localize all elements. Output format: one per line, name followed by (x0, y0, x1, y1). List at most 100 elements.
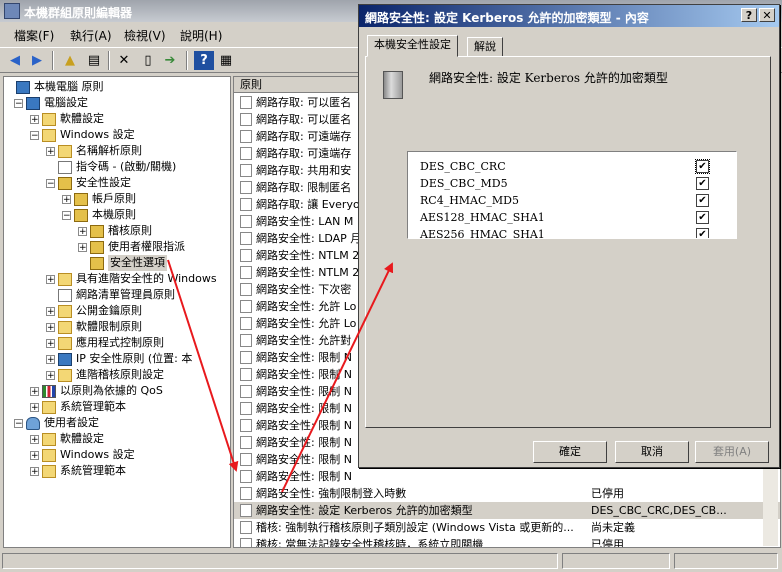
tree-node[interactable]: + Windows 設定 (4, 447, 230, 463)
forward-arrow-icon[interactable]: ▶ (27, 51, 47, 70)
tab-local-security-setting[interactable]: 本機安全性設定 (367, 35, 458, 57)
expand-icon[interactable]: + (30, 115, 39, 125)
policy-name: 網路安全性: 下次密 (256, 283, 352, 296)
expand-icon[interactable]: + (46, 147, 55, 157)
encryption-type-item[interactable]: RC4_HMAC_MD5 ✔ (420, 192, 720, 209)
tree-node[interactable]: + IP 安全性原則 (位置: 本 (4, 351, 230, 367)
tree-node[interactable]: − 本機原則 (4, 207, 230, 223)
menu-file[interactable]: 檔案(F) (14, 27, 54, 44)
expand-icon[interactable]: + (30, 467, 39, 477)
status-pane-2 (562, 553, 670, 569)
encryption-type-item[interactable]: DES_CBC_MD5 ✔ (420, 175, 720, 192)
encryption-type-item[interactable]: AES256_HMAC_SHA1 ✔ (420, 226, 720, 238)
expand-icon[interactable]: + (46, 275, 55, 285)
ok-button[interactable]: 確定 (533, 441, 607, 463)
tree-node[interactable]: 網路清單管理員原則 (4, 287, 230, 303)
encryption-type-checkbox[interactable]: ✔ (695, 159, 710, 174)
tree-node[interactable]: + 帳戶原則 (4, 191, 230, 207)
tree-node[interactable]: + 進階稽核原則設定 (4, 367, 230, 383)
tree-node[interactable]: + 軟體限制原則 (4, 319, 230, 335)
tree-node[interactable]: + 使用者權限指派 (4, 239, 230, 255)
policy-row[interactable]: 網路安全性: 強制限制登入時數 已停用 (234, 485, 780, 502)
back-arrow-icon[interactable]: ◀ (5, 51, 25, 70)
tree-node[interactable]: − 電腦設定 (4, 95, 230, 111)
policy-setting-icon (240, 113, 252, 126)
policy-row[interactable]: 網路安全性: 限制 N (234, 468, 780, 485)
expand-icon[interactable]: + (78, 243, 87, 253)
collapse-icon[interactable]: − (30, 131, 39, 141)
security-folder-icon (90, 257, 104, 270)
expand-icon[interactable]: + (46, 323, 55, 333)
tree-node[interactable]: 本機電腦 原則 (4, 79, 230, 95)
expand-icon[interactable]: + (46, 307, 55, 317)
expand-icon[interactable]: + (62, 195, 71, 205)
tree-node[interactable]: − 安全性設定 (4, 175, 230, 191)
expand-icon[interactable]: + (30, 403, 39, 413)
policy-name: 網路存取: 可遠端存 (256, 130, 352, 143)
policy-row[interactable]: 稽核: 當無法記錄安全性稽核時，系統立即關機 已停用 (234, 536, 780, 547)
delete-icon[interactable]: ✕ (114, 51, 134, 70)
expand-icon[interactable]: + (46, 339, 55, 349)
encryption-type-item[interactable]: DES_CBC_CRC ✔ (420, 158, 720, 175)
menu-help[interactable]: 說明(H) (180, 27, 222, 44)
console-tree[interactable]: 本機電腦 原則 − 電腦設定 + 軟體設定 − Windows 設定 + 名稱解析原則 指令碼 -… (3, 76, 231, 548)
script-icon (58, 161, 72, 174)
collapse-icon[interactable]: − (46, 179, 55, 189)
tree-node[interactable]: + 軟體設定 (4, 431, 230, 447)
tree-node[interactable]: + 公開金鑰原則 (4, 303, 230, 319)
collapse-icon[interactable]: − (14, 99, 23, 109)
up-folder-icon[interactable]: ▲ (60, 51, 80, 70)
expand-icon[interactable]: + (30, 451, 39, 461)
policy-setting-icon (240, 300, 252, 313)
tree-node[interactable]: + 系統管理範本 (4, 463, 230, 479)
help-icon[interactable]: ? (194, 51, 214, 70)
menu-action[interactable]: 執行(A) (70, 27, 112, 44)
tree-node[interactable]: 指令碼 - (啟動/關機) (4, 159, 230, 175)
export-list-icon[interactable]: ➔ (160, 51, 180, 70)
policy-name: 網路安全性: 限制 N (256, 470, 352, 483)
action-pane-icon[interactable]: ▦ (216, 51, 236, 70)
expand-icon[interactable]: + (78, 227, 87, 237)
policy-setting-icon (240, 266, 252, 279)
dialog-help-button[interactable]: ? (741, 8, 757, 22)
policy-setting-icon (240, 385, 252, 398)
encryption-type-checkbox[interactable]: ✔ (696, 228, 709, 238)
policy-row[interactable]: 稽核: 強制執行稽核原則子類別設定 (Windows Vista 或更新的...… (234, 519, 780, 536)
tree-node[interactable]: + 應用程式控制原則 (4, 335, 230, 351)
tab-explain[interactable]: 解說 (467, 37, 503, 57)
expand-icon[interactable]: + (30, 387, 39, 397)
tree-node-label: 具有進階安全性的 Windows (76, 272, 217, 285)
cancel-button[interactable]: 取消 (615, 441, 689, 463)
show-hide-tree-icon[interactable]: ▤ (84, 51, 104, 70)
tree-node[interactable]: + 系統管理範本 (4, 399, 230, 415)
collapse-icon[interactable]: − (14, 419, 23, 429)
expand-icon[interactable]: + (46, 355, 55, 365)
dialog-close-button[interactable]: ✕ (759, 8, 775, 22)
expand-icon[interactable]: + (46, 371, 55, 381)
dialog-title-bar[interactable]: 網路安全性: 設定 Kerberos 允許的加密類型 - 內容 ? ✕ (359, 5, 779, 27)
tree-node[interactable]: − Windows 設定 (4, 127, 230, 143)
encryption-type-list[interactable]: DES_CBC_CRC ✔ DES_CBC_MD5 ✔ RC4_HMAC_MD5 ✔ AES… (407, 151, 737, 239)
encryption-type-checkbox[interactable]: ✔ (696, 177, 709, 190)
tree-node[interactable]: 安全性選項 (4, 255, 230, 271)
policy-setting-icon (240, 181, 252, 194)
apply-button[interactable]: 套用(A) (695, 441, 769, 463)
tree-node[interactable]: − 使用者設定 (4, 415, 230, 431)
tree-node[interactable]: + 名稱解析原則 (4, 143, 230, 159)
policy-row[interactable]: 網路安全性: 設定 Kerberos 允許的加密類型 DES_CBC_CRC,DE… (234, 502, 780, 519)
encryption-type-checkbox[interactable]: ✔ (696, 211, 709, 224)
tree-node[interactable]: + 稽核原則 (4, 223, 230, 239)
encryption-type-checkbox[interactable]: ✔ (696, 194, 709, 207)
tree-node[interactable]: + 軟體設定 (4, 111, 230, 127)
expand-icon[interactable]: + (30, 435, 39, 445)
properties-icon[interactable]: ▯ (138, 51, 158, 70)
encryption-type-item[interactable]: AES128_HMAC_SHA1 ✔ (420, 209, 720, 226)
tree-node[interactable]: + 以原則為依據的 QoS (4, 383, 230, 399)
menu-view[interactable]: 檢視(V) (124, 27, 166, 44)
policy-name: 網路安全性: NTLM 2 (256, 249, 360, 262)
folder-icon (42, 449, 56, 462)
tree-node-label: 應用程式控制原則 (76, 336, 164, 349)
tree-node[interactable]: + 具有進階安全性的 Windows (4, 271, 230, 287)
collapse-icon[interactable]: − (62, 211, 71, 221)
policy-name: 網路安全性: 限制 N (256, 385, 352, 398)
